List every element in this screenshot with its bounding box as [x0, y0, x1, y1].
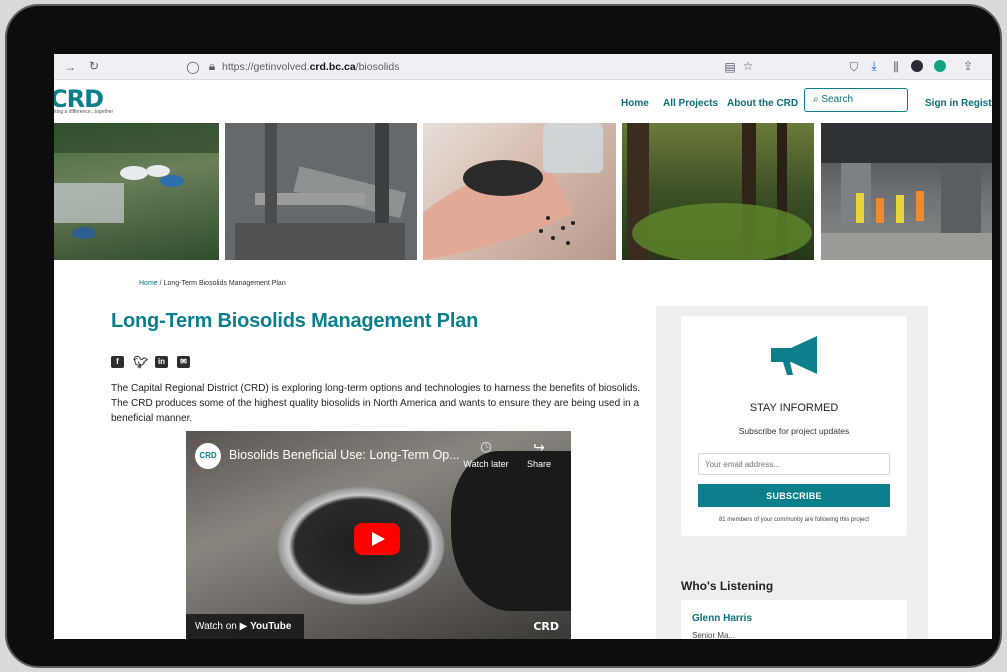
video-title[interactable]: Biosolids Beneficial Use: Long-Term Op..…: [229, 448, 460, 462]
search-placeholder: Search: [821, 94, 854, 105]
extension-icon[interactable]: [911, 60, 923, 72]
megaphone-icon: [771, 336, 817, 375]
person-name-link[interactable]: Glenn Harris: [692, 613, 752, 624]
subscribe-button[interactable]: SUBSCRIBE: [698, 484, 890, 507]
share-arrow-icon: ↪: [533, 439, 545, 455]
linkedin-icon[interactable]: in: [155, 356, 168, 368]
twitter-icon[interactable]: 🐦︎: [133, 356, 148, 368]
email-field[interactable]: [698, 453, 890, 475]
youtube-logo-icon: ▶: [239, 621, 251, 632]
youtube-video-embed[interactable]: CRD Biosolids Beneficial Use: Long-Term …: [186, 431, 571, 639]
youtube-label: YouTube: [250, 621, 292, 632]
page-title: Long-Term Biosolids Management Plan: [111, 310, 479, 332]
hero-photo-forest: [622, 123, 814, 260]
play-button[interactable]: [354, 523, 400, 555]
url-domain: crd.bc.ca: [309, 61, 356, 73]
tracking-shield-icon[interactable]: ◯: [185, 60, 201, 74]
url-prefix: https://getinvolved.: [222, 61, 310, 73]
followers-count: 81 members of your community are followi…: [718, 517, 870, 523]
share-label: Share: [526, 459, 552, 469]
intro-paragraph: The Capital Regional District (CRD) is e…: [111, 383, 641, 424]
person-role: Senior Ma...: [692, 631, 736, 639]
nav-about-link[interactable]: About the CRD: [727, 98, 798, 109]
watch-later-label: Watch later: [463, 459, 509, 469]
search-input[interactable]: ⌕ Search: [804, 88, 908, 112]
clock-icon: 🕒︎: [480, 439, 492, 455]
video-watermark: CRD: [533, 620, 559, 633]
address-bar[interactable]: https://getinvolved.crd.bc.ca/biosolids: [222, 61, 399, 73]
hero-photo-treatment-plant-aerial: [54, 123, 219, 260]
share-button[interactable]: ↪ Share: [522, 439, 556, 469]
stay-informed-card: STAY INFORMED Subscribe for project upda…: [681, 316, 907, 536]
breadcrumb-current: Long-Term Biosolids Management Plan: [163, 280, 286, 287]
email-icon[interactable]: ✉: [177, 356, 190, 368]
stay-informed-subtitle: Subscribe for project updates: [738, 426, 850, 436]
chatgpt-extension-icon[interactable]: [934, 60, 946, 72]
library-icon[interactable]: ⫼: [888, 60, 904, 75]
hero-photo-facility-tour: [821, 123, 992, 260]
pocket-icon[interactable]: ⛉: [846, 60, 862, 75]
tablet-frame: → ↻ ◯ 🔒︎ https://getinvolved.crd.bc.ca/b…: [5, 4, 1002, 668]
whos-listening-heading: Who's Listening: [681, 579, 774, 593]
forward-icon[interactable]: →: [62, 60, 78, 74]
watch-later-button[interactable]: 🕒︎ Watch later: [457, 439, 515, 469]
facebook-icon[interactable]: f: [111, 356, 124, 368]
sign-in-link[interactable]: Sign in: [925, 98, 958, 109]
video-thumbnail-glove: [451, 451, 571, 611]
stay-informed-title: STAY INFORMED: [749, 402, 839, 414]
site-header: CRD king a difference...together Home Al…: [54, 81, 992, 123]
share-icon[interactable]: ⇪: [960, 59, 976, 73]
register-link[interactable]: Regist: [961, 98, 992, 109]
reader-view-icon[interactable]: ▤: [722, 60, 738, 74]
url-path: /biosolids: [355, 61, 400, 73]
breadcrumb-separator: /: [159, 280, 162, 287]
sidebar: STAY INFORMED Subscribe for project upda…: [656, 306, 928, 639]
breadcrumb-home-link[interactable]: Home: [139, 280, 158, 287]
download-icon[interactable]: ⤓: [866, 59, 882, 74]
whos-listening-card: Glenn Harris Senior Ma...: [681, 600, 907, 639]
lock-icon[interactable]: 🔒︎: [204, 59, 220, 74]
nav-all-projects-link[interactable]: All Projects: [663, 98, 718, 109]
bookmark-star-icon[interactable]: ☆: [740, 59, 756, 73]
hero-photo-strip: [54, 123, 992, 260]
breadcrumb: Home / Long-Term Biosolids Management Pl…: [139, 280, 286, 287]
logo-tagline: king a difference...together: [54, 109, 114, 115]
channel-logo[interactable]: CRD: [195, 443, 221, 469]
browser-screen: → ↻ ◯ 🔒︎ https://getinvolved.crd.bc.ca/b…: [54, 54, 992, 639]
hero-photo-pipes-room: [225, 123, 417, 260]
watch-on-label: Watch on: [195, 621, 237, 632]
nav-home-link[interactable]: Home: [621, 98, 649, 109]
reload-icon[interactable]: ↻: [86, 59, 102, 73]
browser-toolbar: → ↻ ◯ 🔒︎ https://getinvolved.crd.bc.ca/b…: [54, 54, 992, 80]
watch-on-youtube-button[interactable]: Watch on ▶ YouTube: [186, 614, 304, 639]
social-share-row: f 🐦︎ in ✉: [111, 356, 190, 368]
hero-photo-biosolids-pellets: [423, 123, 616, 260]
